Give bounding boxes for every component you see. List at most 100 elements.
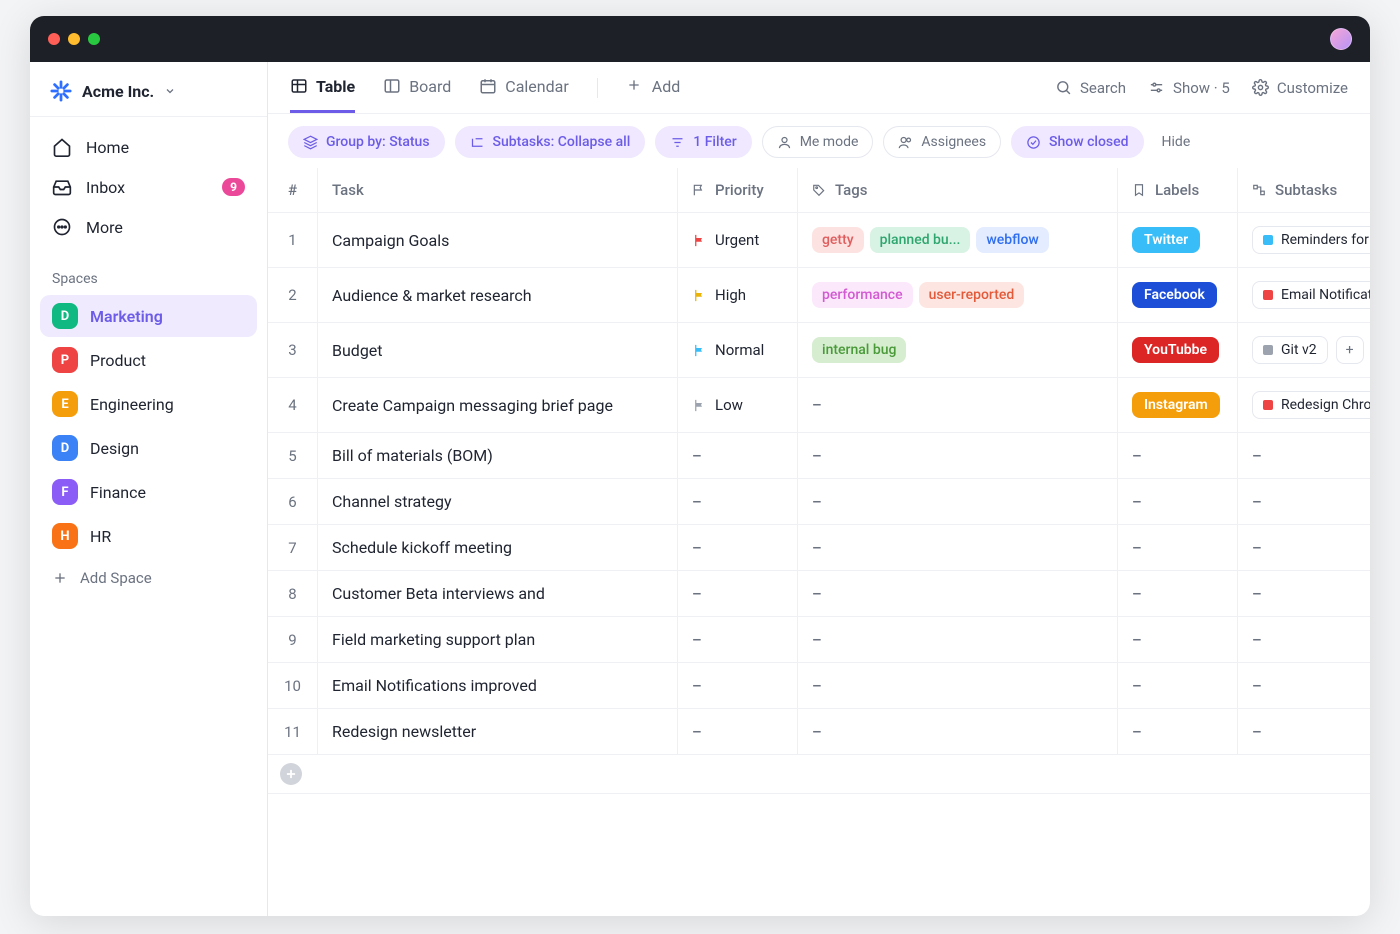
tags-cell[interactable]: – xyxy=(798,571,1118,616)
show-closed-pill[interactable]: Show closed xyxy=(1011,126,1143,158)
priority-cell[interactable]: Low xyxy=(678,378,798,432)
tags-cell[interactable]: internal bug xyxy=(798,323,1118,377)
tags-cell[interactable]: – xyxy=(798,617,1118,662)
minimize-window-icon[interactable] xyxy=(68,33,80,45)
tab-add-view[interactable]: Add xyxy=(626,63,680,113)
add-task-row[interactable] xyxy=(268,755,1370,794)
column-priority[interactable]: Priority xyxy=(678,168,798,212)
label-chip[interactable]: YouTubbe xyxy=(1132,337,1219,363)
priority-cell[interactable]: – xyxy=(678,663,798,708)
tag[interactable]: performance xyxy=(812,282,913,308)
assignees-pill[interactable]: Assignees xyxy=(883,126,1001,158)
subtasks-cell[interactable]: – xyxy=(1238,617,1370,662)
tab-board[interactable]: Board xyxy=(383,63,451,113)
task-name[interactable]: Schedule kickoff meeting xyxy=(318,525,678,570)
tag[interactable]: webflow xyxy=(976,227,1048,253)
subtasks-cell[interactable]: Reminders for xyxy=(1238,213,1370,267)
maximize-window-icon[interactable] xyxy=(88,33,100,45)
task-name[interactable]: Channel strategy xyxy=(318,479,678,524)
tags-cell[interactable]: – xyxy=(798,433,1118,478)
tag[interactable]: user-reported xyxy=(919,282,1025,308)
task-name[interactable]: Budget xyxy=(318,323,678,377)
priority-cell[interactable]: – xyxy=(678,617,798,662)
subtasks-pill[interactable]: Subtasks: Collapse all xyxy=(455,126,646,158)
subtasks-cell[interactable]: – xyxy=(1238,663,1370,708)
tags-cell[interactable]: – xyxy=(798,709,1118,754)
label-chip[interactable]: Instagram xyxy=(1132,392,1220,418)
table-row[interactable]: 9Field marketing support plan–––– xyxy=(268,617,1370,663)
subtasks-cell[interactable]: – xyxy=(1238,571,1370,616)
label-chip[interactable]: Twitter xyxy=(1132,227,1200,253)
labels-cell[interactable]: Facebook xyxy=(1118,268,1238,322)
tags-cell[interactable]: – xyxy=(798,663,1118,708)
labels-cell[interactable]: – xyxy=(1118,617,1238,662)
subtasks-cell[interactable]: – xyxy=(1238,709,1370,754)
nav-home[interactable]: Home xyxy=(40,127,257,167)
space-marketing[interactable]: DMarketing xyxy=(40,295,257,337)
task-name[interactable]: Redesign newsletter xyxy=(318,709,678,754)
hide-filters-button[interactable]: Hide xyxy=(1154,134,1199,150)
task-name[interactable]: Bill of materials (BOM) xyxy=(318,433,678,478)
tags-cell[interactable]: – xyxy=(798,525,1118,570)
space-finance[interactable]: FFinance xyxy=(40,471,257,513)
table-row[interactable]: 8Customer Beta interviews and–––– xyxy=(268,571,1370,617)
me-mode-pill[interactable]: Me mode xyxy=(762,126,874,158)
priority-cell[interactable]: – xyxy=(678,709,798,754)
priority-cell[interactable]: High xyxy=(678,268,798,322)
subtask-chip[interactable]: Git v2 xyxy=(1252,336,1328,364)
table-row[interactable]: 5Bill of materials (BOM)–––– xyxy=(268,433,1370,479)
subtasks-cell[interactable]: Redesign Chro xyxy=(1238,378,1370,432)
workspace-switcher[interactable]: Acme Inc. xyxy=(30,62,267,117)
column-number[interactable]: # xyxy=(268,168,318,212)
column-subtasks[interactable]: Subtasks xyxy=(1238,168,1370,212)
add-space-button[interactable]: Add Space xyxy=(30,559,267,597)
labels-cell[interactable]: YouTubbe xyxy=(1118,323,1238,377)
priority-cell[interactable]: – xyxy=(678,433,798,478)
tags-cell[interactable]: – xyxy=(798,378,1118,432)
labels-cell[interactable]: – xyxy=(1118,663,1238,708)
task-name[interactable]: Audience & market research xyxy=(318,268,678,322)
subtasks-cell[interactable]: Email Notificat xyxy=(1238,268,1370,322)
tags-cell[interactable]: performanceuser-reported xyxy=(798,268,1118,322)
subtasks-cell[interactable]: – xyxy=(1238,479,1370,524)
subtasks-cell[interactable]: – xyxy=(1238,525,1370,570)
label-chip[interactable]: Facebook xyxy=(1132,282,1217,308)
add-task-button[interactable] xyxy=(280,763,302,785)
priority-cell[interactable]: Urgent xyxy=(678,213,798,267)
subtask-chip[interactable]: Redesign Chro xyxy=(1252,391,1370,419)
table-row[interactable]: 7Schedule kickoff meeting–––– xyxy=(268,525,1370,571)
space-hr[interactable]: HHR xyxy=(40,515,257,557)
labels-cell[interactable]: – xyxy=(1118,525,1238,570)
space-design[interactable]: DDesign xyxy=(40,427,257,469)
customize-button[interactable]: Customize xyxy=(1252,79,1348,97)
task-name[interactable]: Field marketing support plan xyxy=(318,617,678,662)
labels-cell[interactable]: – xyxy=(1118,571,1238,616)
subtask-chip[interactable]: Reminders for xyxy=(1252,226,1370,254)
subtasks-cell[interactable]: Git v2 + xyxy=(1238,323,1370,377)
table-row[interactable]: 3BudgetNormalinternal bugYouTubbeGit v2 … xyxy=(268,323,1370,378)
task-name[interactable]: Create Campaign messaging brief page xyxy=(318,378,678,432)
table-row[interactable]: 11Redesign newsletter–––– xyxy=(268,709,1370,755)
column-tags[interactable]: Tags xyxy=(798,168,1118,212)
space-product[interactable]: PProduct xyxy=(40,339,257,381)
labels-cell[interactable]: – xyxy=(1118,479,1238,524)
task-name[interactable]: Customer Beta interviews and xyxy=(318,571,678,616)
tag[interactable]: getty xyxy=(812,227,864,253)
table-row[interactable]: 2Audience & market researchHighperforman… xyxy=(268,268,1370,323)
subtask-chip[interactable]: Email Notificat xyxy=(1252,281,1370,309)
nav-more[interactable]: More xyxy=(40,207,257,247)
labels-cell[interactable]: Instagram xyxy=(1118,378,1238,432)
user-avatar[interactable] xyxy=(1330,28,1352,50)
priority-cell[interactable]: – xyxy=(678,525,798,570)
group-by-pill[interactable]: Group by: Status xyxy=(288,126,445,158)
labels-cell[interactable]: Twitter xyxy=(1118,213,1238,267)
priority-cell[interactable]: – xyxy=(678,571,798,616)
tab-calendar[interactable]: Calendar xyxy=(479,63,568,113)
close-window-icon[interactable] xyxy=(48,33,60,45)
nav-inbox[interactable]: Inbox 9 xyxy=(40,167,257,207)
space-engineering[interactable]: EEngineering xyxy=(40,383,257,425)
filter-pill[interactable]: 1 Filter xyxy=(655,126,751,158)
table-row[interactable]: 6Channel strategy–––– xyxy=(268,479,1370,525)
column-task[interactable]: Task xyxy=(318,168,678,212)
search-button[interactable]: Search xyxy=(1055,79,1126,97)
